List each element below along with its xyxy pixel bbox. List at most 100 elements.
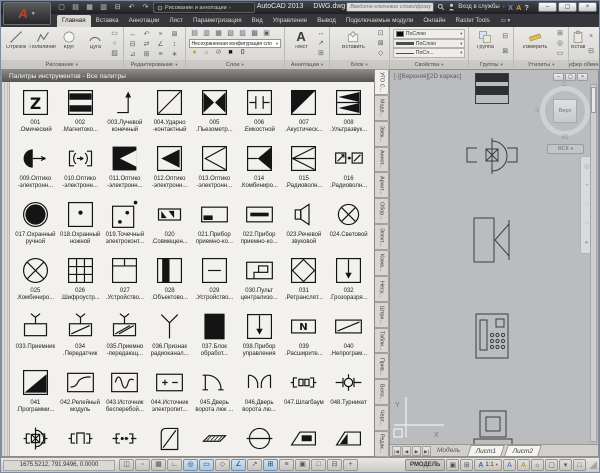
drawing-area[interactable]: [-][Верхняя][2D каркас] – ▢ × С Ю З В Ве…: [389, 69, 599, 457]
status-toggle-infer-constraints[interactable]: ◫: [119, 459, 134, 471]
palette-tool[interactable]: N039.Расширите...: [282, 310, 327, 366]
palette-tool[interactable]: 002.Магнитоко...: [58, 86, 103, 142]
layout-tab-Лист2[interactable]: Лист2: [505, 445, 543, 456]
layer-isolate-icon[interactable]: ▦: [213, 29, 225, 39]
palette-tool[interactable]: 048.Турникет: [326, 366, 371, 422]
ribbon-tab[interactable]: Вид: [247, 15, 268, 27]
ribbon-minimize-button[interactable]: ▭ ▾: [501, 15, 511, 27]
status-toggle-grid-display[interactable]: ▦: [151, 459, 166, 471]
copy-icon[interactable]: ⊟: [127, 40, 139, 50]
layer-color-swatch-icon[interactable]: ■: [225, 48, 237, 58]
toolbar-lock-icon[interactable]: ▢: [545, 459, 558, 471]
stretch-icon[interactable]: ↕: [169, 40, 181, 50]
wcs-menu[interactable]: ВСК▾: [547, 144, 584, 154]
dimension-icon[interactable]: ↔: [315, 29, 327, 39]
layer-combo[interactable]: Несохраненная конфигурация сло▾: [189, 39, 282, 48]
search-input[interactable]: Введите ключевое слово/фразу: [346, 2, 434, 12]
palette-tool[interactable]: 030.Пультцентрализо...: [237, 254, 282, 310]
palette-tool[interactable]: [147, 422, 192, 456]
ribbon-tab[interactable]: Вставка: [91, 15, 124, 27]
drawing-symbol-stripes-detector[interactable]: [475, 73, 509, 104]
lineweight-control[interactable]: ПоСлою▾: [393, 39, 466, 49]
quick-select-icon[interactable]: ▭: [554, 49, 566, 59]
ribbon-tab[interactable]: Онлайн: [418, 15, 450, 27]
viewcube[interactable]: С Ю З В Верх: [536, 82, 594, 140]
palette-tool[interactable]: 006.Емкостной: [237, 86, 282, 142]
layout-tab-Лист1[interactable]: Лист1: [467, 445, 505, 456]
palette-tool[interactable]: [103, 422, 148, 456]
palette-tab[interactable]: Воло...: [375, 379, 389, 405]
status-toggle-dynamic-ucs[interactable]: ↗: [247, 459, 262, 471]
viewport-maximize-icon[interactable]: ▣: [446, 459, 459, 471]
canvas-scrollbar[interactable]: [590, 84, 597, 442]
layer-on-bulb-icon[interactable]: ●: [189, 48, 201, 58]
palette-tool[interactable]: [192, 422, 237, 456]
palette-tab[interactable]: Штри...: [375, 302, 389, 328]
palette-tool[interactable]: 005.Пьезометр...: [192, 86, 237, 142]
palette-tab[interactable]: Несу...: [375, 276, 389, 302]
ribbon-tab[interactable]: Лист: [165, 15, 188, 27]
layout-nav-button[interactable]: |◀: [392, 446, 401, 456]
text-button[interactable]: A Текст: [287, 28, 315, 60]
status-toggle-object-snap[interactable]: ▭: [199, 459, 214, 471]
palette-tool[interactable]: 042.Релейныймодуль: [58, 366, 103, 422]
viewcube-top-face[interactable]: Верх: [553, 99, 577, 123]
resize-grip[interactable]: [589, 461, 597, 469]
palette-tool[interactable]: 008.Ультразвук...: [326, 86, 371, 142]
user-icon[interactable]: [448, 3, 455, 11]
status-toggle-object-snap-3d[interactable]: ◇: [215, 459, 230, 471]
plot-icon[interactable]: ⊟: [111, 2, 124, 13]
ribbon-tab[interactable]: Подключаемые модули: [341, 15, 418, 27]
palette-tab[interactable]: Черт...: [375, 405, 389, 431]
layout-nav-button[interactable]: ◀: [402, 446, 411, 456]
status-toggle-lineweight[interactable]: ≡: [279, 459, 294, 471]
panel-label-clipboard[interactable]: Буфер обмена: [569, 60, 599, 69]
viewport-label[interactable]: [-][Верхняя][2D каркас]: [394, 73, 461, 80]
palette-tab[interactable]: Прив...: [375, 353, 389, 379]
layer-thaw-sun-icon[interactable]: ☼: [201, 48, 213, 58]
group-button[interactable]: Группа: [471, 28, 499, 60]
palette-tool[interactable]: 046.Дверьворота лю...: [237, 366, 282, 422]
workspace-switcher[interactable]: Рисование и аннотации ▾: [153, 2, 255, 13]
status-toggle-quick-properties[interactable]: □: [311, 459, 326, 471]
tray-icon[interactable]: ⊞: [460, 459, 473, 471]
insert-block-button[interactable]: Вставить: [332, 28, 375, 60]
application-menu-button[interactable]: A ▼: [3, 2, 51, 25]
palette-tool[interactable]: 004.Ударно-контактный: [147, 86, 192, 142]
save-icon[interactable]: ▦: [83, 2, 96, 13]
palette-tool[interactable]: 040.Непрограм...: [326, 310, 371, 366]
panel-label-draw[interactable]: Рисование▾: [1, 60, 123, 69]
status-toggle-object-snap-tracking[interactable]: ∠: [231, 459, 246, 471]
palette-tab[interactable]: УГО С...: [375, 69, 389, 95]
table-icon[interactable]: ⊞: [315, 49, 327, 59]
leader-icon[interactable]: ↗: [315, 39, 327, 49]
drawing-symbol-intercom-panel[interactable]: [475, 313, 509, 359]
rotate-icon[interactable]: ↶: [141, 30, 153, 40]
palette-tab[interactable]: Табли...: [375, 328, 389, 354]
annotation-visibility-icon[interactable]: А: [503, 459, 516, 471]
palette-tool[interactable]: Z001.Омический: [13, 86, 58, 142]
palette-tool[interactable]: 019.Точечныйэлектроконт...: [103, 198, 148, 254]
palette-tool[interactable]: [326, 422, 371, 456]
doc-minimize-button[interactable]: –: [553, 73, 564, 81]
panel-label-groups[interactable]: Группы▾: [469, 60, 513, 69]
autodesk360-icon[interactable]: A: [516, 3, 521, 12]
panel-label-utilities[interactable]: Утилиты▾: [514, 60, 568, 69]
palette-tool[interactable]: 007.Акустическ...: [282, 86, 327, 142]
qnew-icon[interactable]: ▢: [55, 2, 68, 13]
quick-calc-icon[interactable]: ⊞: [554, 29, 566, 39]
palette-tool[interactable]: [282, 422, 327, 456]
palette-tab[interactable]: Редак...: [375, 431, 389, 457]
panel-label-layers[interactable]: Слои▾: [186, 60, 285, 69]
edit-block-icon[interactable]: ⊠: [375, 39, 387, 49]
maximize-button[interactable]: ▢: [558, 2, 577, 12]
palette-tool[interactable]: 044.Источникэлектропит...: [147, 366, 192, 422]
drawing-symbol-door-detector[interactable]: [464, 136, 520, 176]
panel-label-modify[interactable]: Редактирование▾: [124, 60, 185, 69]
erase-icon[interactable]: ⊠: [169, 30, 181, 40]
palette-tool[interactable]: 024.Световой: [326, 198, 371, 254]
palette-tab[interactable]: Элект...: [375, 224, 389, 250]
palette-tool[interactable]: [58, 422, 103, 456]
exchange-apps-icon[interactable]: X: [508, 3, 513, 12]
scrollbar-thumb[interactable]: [591, 87, 596, 113]
